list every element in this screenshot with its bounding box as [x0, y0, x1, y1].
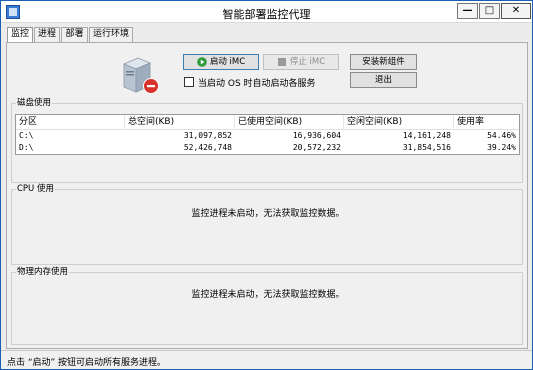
cpu-status-message: 监控进程未启动，无法获取监控数据。	[191, 209, 345, 219]
cpu-usage-group: CPU 使用 监控进程未启动，无法获取监控数据。	[11, 184, 523, 265]
cell-total: 31,097,852	[183, 131, 232, 140]
disk-table: 分区 总空间(KB) 已使用空间(KB) 空闲空间(KB) 使用率 C:\ 31…	[15, 114, 520, 155]
cell-used: 20,572,232	[292, 143, 341, 152]
exit-button[interactable]: 退出	[350, 72, 417, 88]
disk-usage-group: 磁盘使用 分区 总空间(KB) 已使用空间(KB) 空闲空间(KB) 使用率 C…	[11, 98, 523, 183]
close-button[interactable]: ✕	[501, 3, 531, 19]
cpu-usage-title: CPU 使用	[16, 184, 55, 195]
install-component-button[interactable]: 安装新组件	[350, 54, 417, 70]
cell-usage: 54.46%	[487, 131, 516, 140]
cell-free: 31,854,516	[402, 143, 451, 152]
cell-used: 16,936,604	[292, 131, 341, 140]
tab-monitor[interactable]: 监控	[7, 27, 33, 43]
disk-usage-title: 磁盘使用	[16, 98, 53, 109]
col-partition[interactable]: 分区	[16, 115, 125, 130]
cell-usage: 39.24%	[487, 143, 516, 152]
play-icon	[197, 57, 207, 67]
tab-process[interactable]: 进程	[34, 27, 60, 42]
tab-runtime-env[interactable]: 运行环境	[89, 27, 133, 42]
disk-table-header: 分区 总空间(KB) 已使用空间(KB) 空闲空间(KB) 使用率	[16, 115, 519, 130]
col-free[interactable]: 空闲空间(KB)	[344, 115, 454, 130]
title-bar: 智能部署监控代理 — □ ✕	[1, 1, 532, 23]
window-title: 智能部署监控代理	[222, 8, 311, 21]
autostart-label: 当启动 OS 时自动启动各服务	[198, 79, 316, 89]
autostart-checkbox[interactable]	[184, 77, 194, 87]
tab-deploy[interactable]: 部署	[61, 27, 88, 42]
stop-icon	[277, 58, 286, 66]
cell-partition: D:\	[19, 143, 34, 152]
monitor-panel: 启动 iMC 停止 iMC 安装新组件 退出 当启动 OS 时自动启动各服务 磁…	[6, 42, 528, 349]
minimize-button[interactable]: —	[457, 3, 478, 19]
memory-usage-title: 物理内存使用	[16, 267, 70, 278]
server-icon	[122, 57, 159, 94]
col-total[interactable]: 总空间(KB)	[125, 115, 235, 130]
memory-status-message: 监控进程未启动，无法获取监控数据。	[191, 290, 345, 300]
status-text: 点击 “启动” 按钮可启动所有服务进程。	[7, 358, 167, 368]
table-row[interactable]: D:\ 52,426,748 20,572,232 31,854,516 39.…	[16, 142, 519, 154]
table-row[interactable]: C:\ 31,097,852 16,936,604 14,161,248 54.…	[16, 130, 519, 142]
start-imc-button[interactable]: 启动 iMC	[183, 54, 259, 70]
cell-total: 52,426,748	[183, 143, 232, 152]
stop-imc-button[interactable]: 停止 iMC	[263, 54, 339, 70]
cell-partition: C:\	[19, 131, 34, 140]
status-bar: 点击 “启动” 按钮可启动所有服务进程。	[1, 350, 532, 369]
cell-free: 14,161,248	[402, 131, 451, 140]
maximize-button[interactable]: □	[479, 3, 500, 19]
memory-usage-group: 物理内存使用 监控进程未启动，无法获取监控数据。	[11, 267, 523, 345]
col-used[interactable]: 已使用空间(KB)	[235, 115, 344, 130]
col-usage[interactable]: 使用率	[454, 115, 519, 130]
main-window: 智能部署监控代理 — □ ✕ 监控 进程 部署 运行环境 启动 iMC 停止 i…	[0, 0, 533, 370]
